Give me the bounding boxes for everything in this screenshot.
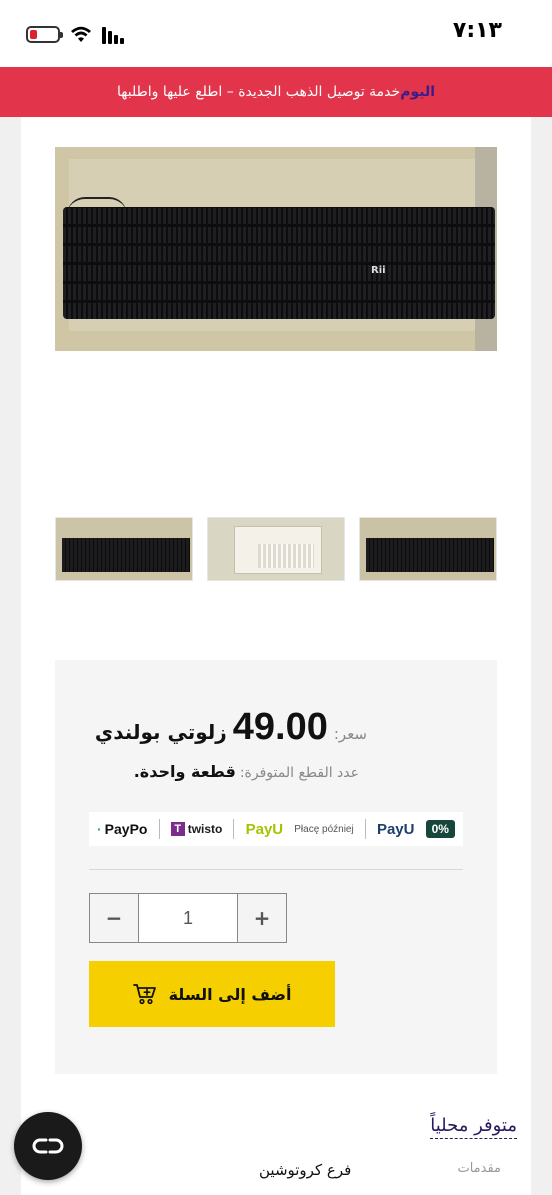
zero-percent-badge: 0%	[425, 820, 455, 838]
quantity-stepper: − 1 +	[89, 893, 287, 943]
quantity-input[interactable]: 1	[139, 894, 237, 942]
paypo-logo: · PayPo	[97, 821, 148, 837]
chat-button[interactable]	[14, 1112, 82, 1180]
offered-by-label: مقدمات	[457, 1161, 501, 1176]
wifi-icon	[71, 26, 91, 42]
twisto-logo: T twisto	[170, 822, 222, 836]
price-label: سعر:	[333, 725, 367, 743]
quantity-increase-button[interactable]: +	[237, 894, 286, 942]
stock-value: قطعة واحدة.	[133, 762, 236, 781]
battery-low-icon	[26, 26, 63, 43]
payment-methods-strip: · PayPo T twisto PayU Płacę później PayU …	[89, 812, 463, 846]
promo-banner[interactable]: اليوم خدمة توصيل الذهب الجديدة – اطلع علي…	[0, 67, 552, 117]
cellular-signal-icon	[102, 27, 124, 44]
thumbnail-strip	[55, 517, 497, 583]
keyboard-thumbnail-1[interactable]	[55, 517, 193, 581]
price-row: سعر: 49.00 زلوتي بولندي	[95, 706, 367, 749]
purchase-panel: سعر: 49.00 زلوتي بولندي عدد القطع المتوف…	[55, 660, 497, 1074]
product-card: Rii سعر: 49.00 زلوتي بولندي عدد القطع ال…	[21, 117, 531, 1195]
pay-later-label: Płacę później	[294, 823, 354, 835]
chat-link-icon	[32, 1138, 64, 1154]
price-currency: زلوتي بولندي	[94, 720, 227, 744]
payu-installments-logo: PayU	[376, 820, 415, 838]
keyboard-thumbnail-3[interactable]	[359, 517, 497, 581]
payu-logo: PayU	[245, 820, 284, 838]
price-amount: 49.00	[232, 706, 328, 748]
keyboard-in-box-image[interactable]: Rii	[55, 147, 497, 351]
keyboard-brand-label: Rii	[371, 265, 386, 276]
stock-row: عدد القطع المتوفرة: قطعة واحدة.	[134, 762, 359, 781]
quantity-decrease-button[interactable]: −	[90, 894, 139, 942]
status-bar: ٧:١٣	[0, 0, 552, 67]
stock-label: عدد القطع المتوفرة:	[239, 765, 359, 781]
promo-highlight: اليوم	[400, 84, 435, 100]
add-to-cart-label: أضف إلى السلة	[168, 984, 292, 1004]
add-to-cart-button[interactable]: أضف إلى السلة	[89, 961, 335, 1027]
promo-text: خدمة توصيل الذهب الجديدة – اطلع عليها وا…	[117, 84, 401, 100]
divider	[89, 869, 463, 870]
branch-name: فرع كروتوشين	[259, 1161, 352, 1179]
local-availability-title[interactable]: متوفر محلياً	[430, 1115, 517, 1139]
keyboard-box-thumbnail-2[interactable]	[207, 517, 345, 581]
cart-add-icon	[132, 984, 156, 1005]
status-time: ٧:١٣	[452, 18, 502, 43]
